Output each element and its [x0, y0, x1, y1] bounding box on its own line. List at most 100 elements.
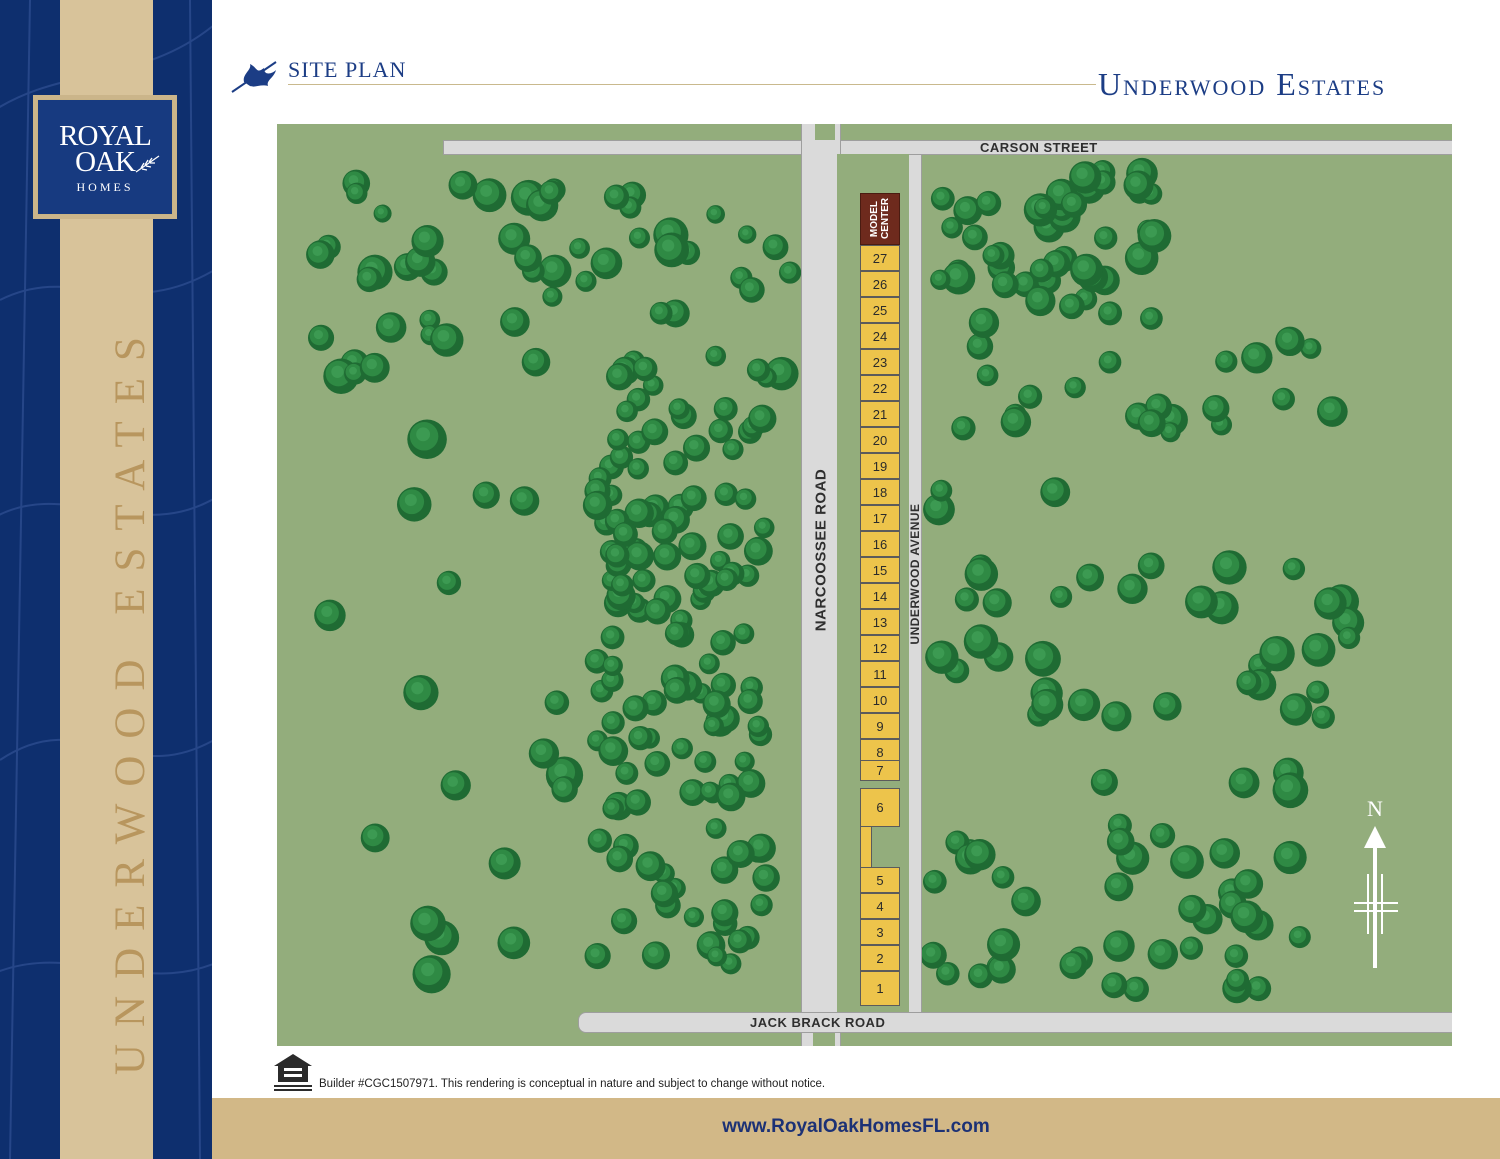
lot-6[interactable]: 6	[860, 788, 900, 827]
lot-20[interactable]: 20	[860, 427, 900, 453]
tree-icon	[1033, 197, 1055, 219]
lot-24[interactable]: 24	[860, 323, 900, 349]
lot-7[interactable]: 7	[860, 760, 900, 781]
lot-12[interactable]: 12	[860, 635, 900, 661]
oak-leaf-icon	[135, 155, 160, 173]
tree-icon	[1069, 161, 1102, 194]
tree-icon	[715, 568, 739, 592]
tree-icon	[613, 521, 638, 547]
lot-16[interactable]: 16	[860, 531, 900, 557]
tree-icon	[649, 301, 673, 325]
tree-icon	[1185, 585, 1218, 619]
tree-icon	[605, 543, 630, 568]
lot-5[interactable]: 5	[860, 867, 900, 893]
tree-icon	[705, 345, 727, 367]
lot-25[interactable]: 25	[860, 297, 900, 323]
lot-11[interactable]: 11	[860, 661, 900, 687]
lot-3[interactable]: 3	[860, 919, 900, 945]
tree-icon	[1098, 301, 1123, 326]
tree-icon	[644, 751, 671, 777]
lot-17[interactable]: 17	[860, 505, 900, 531]
tree-icon	[1236, 670, 1262, 696]
tree-icon	[651, 518, 678, 545]
model-center-lot[interactable]: MODEL CENTER	[860, 193, 900, 245]
road-gap-north	[815, 124, 835, 140]
tree-icon	[488, 847, 521, 880]
tree-icon	[440, 770, 471, 801]
tree-icon	[1059, 951, 1088, 980]
lot-14[interactable]: 14	[860, 583, 900, 609]
tree-icon	[1059, 293, 1085, 320]
tree-icon	[1317, 396, 1348, 427]
lot-9[interactable]: 9	[860, 713, 900, 739]
site-plan-label: SITE PLAN	[288, 57, 407, 82]
lot-23[interactable]: 23	[860, 349, 900, 375]
lot-10[interactable]: 10	[860, 687, 900, 713]
tree-icon	[569, 237, 590, 259]
tree-icon	[606, 362, 634, 391]
tree-icon	[678, 532, 707, 561]
lot-13[interactable]: 13	[860, 609, 900, 635]
lot-15[interactable]: 15	[860, 557, 900, 583]
lot-26[interactable]: 26	[860, 271, 900, 297]
tree-icon	[734, 488, 757, 510]
tree-icon	[668, 398, 690, 420]
website-link[interactable]: www.RoyalOakHomesFL.com	[212, 1116, 1500, 1138]
tree-icon	[991, 271, 1019, 299]
builder-disclaimer: Builder #CGC1507971. This rendering is c…	[319, 1078, 826, 1090]
tree-icon	[1311, 705, 1335, 729]
lot-4[interactable]: 4	[860, 893, 900, 919]
tree-icon	[635, 851, 666, 882]
tree-icon	[1076, 563, 1105, 592]
tree-icon	[575, 270, 597, 292]
tree-icon	[750, 893, 773, 917]
narcoossee-road-label: NARCOOSSEE ROAD	[812, 468, 830, 632]
tree-icon	[584, 942, 611, 970]
tree-icon	[737, 688, 763, 715]
tree-icon	[632, 356, 658, 382]
tree-icon	[1228, 767, 1260, 799]
tree-icon	[682, 434, 711, 462]
tree-icon	[356, 266, 383, 293]
lot-22[interactable]: 22	[860, 375, 900, 401]
jack-brack-road	[578, 1012, 1452, 1033]
tree-icon	[1259, 635, 1295, 672]
tree-icon	[582, 490, 613, 521]
tree-icon	[748, 404, 777, 433]
tree-icon	[982, 588, 1012, 618]
tree-icon	[375, 312, 407, 343]
tree-icon	[1101, 972, 1128, 999]
tree-icon	[705, 818, 727, 839]
model-center-label: MODEL CENTER	[869, 197, 891, 239]
tree-icon	[430, 323, 464, 357]
tree-icon	[360, 823, 390, 853]
page-title: Underwood Estates	[1098, 66, 1387, 102]
tree-icon	[706, 205, 726, 224]
tree-icon	[650, 879, 679, 908]
tree-icon	[968, 307, 1000, 339]
tree-icon	[1149, 822, 1176, 849]
tree-icon	[1178, 894, 1207, 924]
tree-icon	[600, 625, 625, 650]
lot-2[interactable]: 2	[860, 945, 900, 971]
lot-6-notch	[860, 827, 872, 867]
tree-icon	[1301, 632, 1336, 667]
royal-oak-logo: ROYAL OAK HOMES	[33, 95, 177, 219]
tree-icon	[1279, 693, 1313, 726]
lot-27[interactable]: 27	[860, 245, 900, 271]
equal-housing-opportunity-icon	[274, 1054, 312, 1091]
tree-icon	[1090, 768, 1118, 796]
lot-19[interactable]: 19	[860, 453, 900, 479]
lot-21[interactable]: 21	[860, 401, 900, 427]
lot-18[interactable]: 18	[860, 479, 900, 505]
tree-icon	[1241, 342, 1273, 374]
tree-icon	[1212, 550, 1247, 585]
tree-icon	[930, 186, 955, 211]
tree-icon	[1000, 406, 1032, 438]
tree-icon	[962, 224, 988, 251]
lot-1[interactable]: 1	[860, 971, 900, 1006]
tree-icon	[1140, 307, 1163, 330]
tree-icon	[544, 690, 570, 715]
footer-bar: www.RoyalOakHomesFL.com	[212, 1098, 1500, 1159]
tree-icon	[603, 184, 630, 210]
